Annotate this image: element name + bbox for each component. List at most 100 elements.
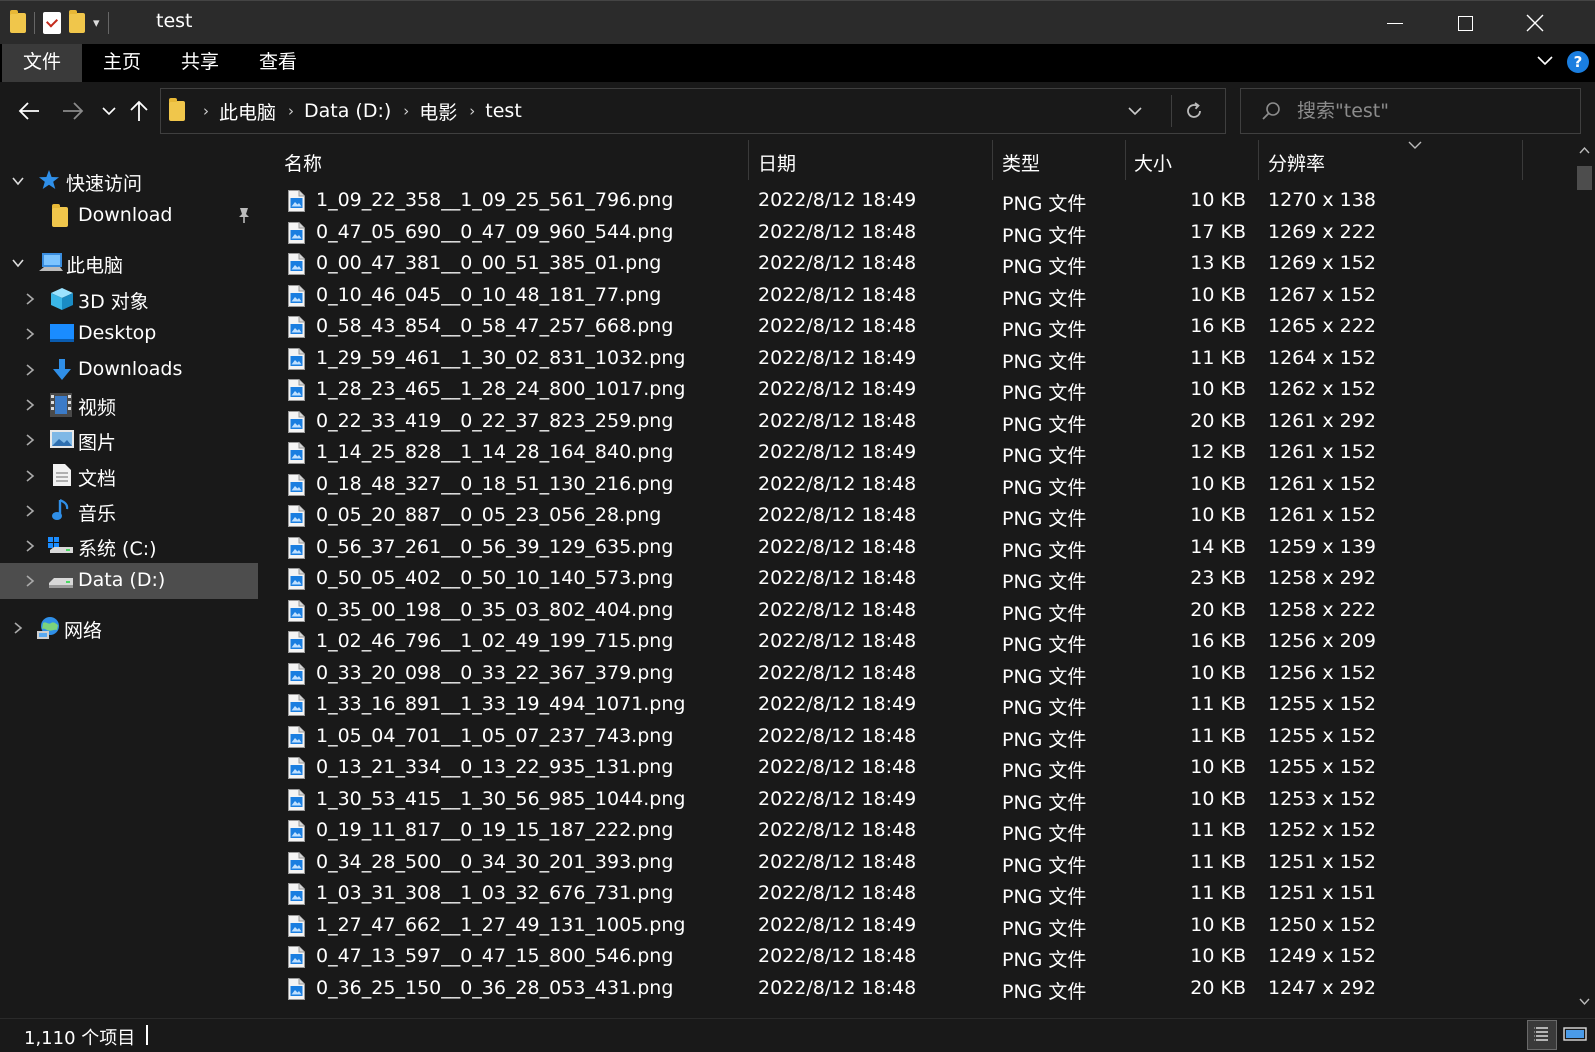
column-header-date[interactable]: 日期: [758, 149, 796, 176]
file-list[interactable]: 名称 日期 类型 大小 分辨率 1_09_22_358__1_09_25_561…: [264, 140, 1574, 1018]
properties-icon[interactable]: [43, 12, 61, 34]
table-row[interactable]: 0_47_13_597__0_47_15_800_546.png 2022/8/1…: [264, 942, 1574, 974]
chevron-right-icon[interactable]: [22, 397, 38, 413]
table-row[interactable]: 0_36_25_150__0_36_28_053_431.png 2022/8/1…: [264, 974, 1574, 1006]
table-row[interactable]: 0_10_46_045__0_10_48_181_77.png 2022/8/12…: [264, 281, 1574, 313]
recent-locations-button[interactable]: [94, 96, 124, 126]
vertical-scrollbar[interactable]: [1574, 140, 1595, 1018]
table-row[interactable]: 1_30_53_415__1_30_56_985_1044.png 2022/8/…: [264, 785, 1574, 817]
nav-item-desktop[interactable]: Desktop: [0, 316, 258, 352]
scroll-up-icon[interactable]: [1579, 146, 1590, 154]
chevron-right-icon[interactable]: ›: [469, 102, 475, 120]
scrollbar-thumb[interactable]: [1577, 166, 1592, 190]
table-row[interactable]: 0_05_20_887__0_05_23_056_28.png 2022/8/12…: [264, 501, 1574, 533]
column-header-type[interactable]: 类型: [1002, 149, 1040, 176]
nav-item-data-drive[interactable]: Data (D:): [0, 563, 258, 599]
help-icon[interactable]: ?: [1567, 51, 1589, 73]
tab-file[interactable]: 文件: [2, 44, 82, 82]
minimize-button[interactable]: [1360, 1, 1430, 45]
close-button[interactable]: [1500, 1, 1570, 45]
nav-item-system-drive[interactable]: 系统 (C:): [0, 528, 258, 564]
nav-item-videos[interactable]: 视频: [0, 387, 258, 423]
table-row[interactable]: 1_03_31_308__1_03_32_676_731.png 2022/8/1…: [264, 879, 1574, 911]
folder-icon[interactable]: [10, 10, 26, 33]
new-folder-icon[interactable]: [69, 10, 85, 33]
nav-item-network[interactable]: 网络: [0, 610, 258, 646]
large-icons-view-button[interactable]: [1560, 1020, 1590, 1050]
address-history-chevron-icon[interactable]: [1123, 99, 1147, 123]
table-row[interactable]: 0_58_43_854__0_58_47_257_668.png 2022/8/1…: [264, 312, 1574, 344]
refresh-button[interactable]: [1171, 95, 1215, 127]
nav-item-this-pc[interactable]: 此电脑: [0, 245, 258, 281]
tab-share[interactable]: 共享: [162, 44, 238, 82]
table-row[interactable]: 1_09_22_358__1_09_25_561_796.png 2022/8/1…: [264, 186, 1574, 218]
table-row[interactable]: 0_56_37_261__0_56_39_129_635.png 2022/8/1…: [264, 533, 1574, 565]
nav-item-download[interactable]: Download: [0, 198, 258, 234]
tab-view[interactable]: 查看: [242, 44, 314, 82]
forward-button[interactable]: [58, 96, 88, 126]
chevron-right-icon[interactable]: [22, 432, 38, 448]
table-row[interactable]: 1_28_23_465__1_28_24_800_1017.png 2022/8/…: [264, 375, 1574, 407]
breadcrumb-test[interactable]: test: [485, 100, 522, 122]
table-row[interactable]: 0_33_20_098__0_33_22_367_379.png 2022/8/1…: [264, 659, 1574, 691]
nav-item-quick-access[interactable]: 快速访问: [0, 163, 258, 199]
chevron-right-icon[interactable]: ›: [403, 102, 409, 120]
nav-item-pictures[interactable]: 图片: [0, 422, 258, 458]
column-header-size[interactable]: 大小: [1134, 149, 1172, 176]
table-row[interactable]: 1_14_25_828__1_14_28_164_840.png 2022/8/1…: [264, 438, 1574, 470]
chevron-right-icon[interactable]: [22, 291, 38, 307]
table-row[interactable]: 1_02_46_796__1_02_49_199_715.png 2022/8/1…: [264, 627, 1574, 659]
chevron-right-icon[interactable]: [22, 468, 38, 484]
maximize-button[interactable]: [1430, 1, 1500, 45]
table-row[interactable]: 0_22_33_419__0_22_37_823_259.png 2022/8/1…: [264, 407, 1574, 439]
table-row[interactable]: 1_29_59_461__1_30_02_831_1032.png 2022/8/…: [264, 344, 1574, 376]
details-view-button[interactable]: [1527, 1020, 1557, 1050]
table-row[interactable]: 0_35_00_198__0_35_03_802_404.png 2022/8/1…: [264, 596, 1574, 628]
nav-item-documents[interactable]: 文档: [0, 458, 258, 494]
column-divider[interactable]: [1258, 140, 1259, 180]
breadcrumb-movies[interactable]: 电影: [419, 98, 457, 125]
table-row[interactable]: 0_00_47_381__0_00_51_385_01.png 2022/8/12…: [264, 249, 1574, 281]
column-header-resolution[interactable]: 分辨率: [1268, 149, 1325, 176]
scroll-down-icon[interactable]: [1579, 998, 1590, 1006]
table-row[interactable]: 0_34_28_500__0_34_30_201_393.png 2022/8/1…: [264, 848, 1574, 880]
chevron-right-icon[interactable]: [22, 503, 38, 519]
table-row[interactable]: 0_18_48_327__0_18_51_130_216.png 2022/8/1…: [264, 470, 1574, 502]
table-row[interactable]: 0_13_21_334__0_13_22_935_131.png 2022/8/1…: [264, 753, 1574, 785]
customize-toolbar-chevron-icon[interactable]: ▾: [93, 16, 100, 31]
column-divider[interactable]: [1125, 140, 1126, 180]
table-row[interactable]: 0_19_11_817__0_19_15_187_222.png 2022/8/1…: [264, 816, 1574, 848]
chevron-right-icon[interactable]: [10, 620, 26, 636]
breadcrumb-data-drive[interactable]: Data (D:): [304, 100, 391, 122]
chevron-right-icon[interactable]: [22, 573, 38, 589]
address-bar[interactable]: › 此电脑 › Data (D:) › 电影 › test: [160, 88, 1226, 134]
tab-home[interactable]: 主页: [86, 44, 158, 82]
chevron-right-icon[interactable]: [22, 538, 38, 554]
chevron-down-icon[interactable]: [10, 255, 26, 271]
chevron-right-icon[interactable]: [22, 326, 38, 342]
chevron-right-icon[interactable]: ›: [203, 102, 209, 120]
back-button[interactable]: [14, 96, 44, 126]
column-header-name[interactable]: 名称: [284, 149, 322, 176]
nav-item-downloads[interactable]: Downloads: [0, 352, 258, 388]
breadcrumb-this-pc[interactable]: 此电脑: [219, 98, 276, 125]
chevron-right-icon[interactable]: ›: [288, 102, 294, 120]
search-box[interactable]: [1240, 88, 1581, 134]
column-divider[interactable]: [1522, 140, 1523, 180]
column-divider[interactable]: [748, 140, 749, 180]
column-divider[interactable]: [992, 140, 993, 180]
table-row[interactable]: 1_27_47_662__1_27_49_131_1005.png 2022/8/…: [264, 911, 1574, 943]
table-row[interactable]: 0_47_05_690__0_47_09_960_544.png 2022/8/1…: [264, 218, 1574, 250]
table-row[interactable]: 1_33_16_891__1_33_19_494_1071.png 2022/8/…: [264, 690, 1574, 722]
pin-icon[interactable]: [236, 206, 252, 224]
navigation-pane[interactable]: 快速访问 Download 此电脑 3D 对象 Desktop Download…: [0, 140, 258, 1018]
chevron-down-icon[interactable]: [10, 173, 26, 189]
table-row[interactable]: 1_05_04_701__1_05_07_237_743.png 2022/8/1…: [264, 722, 1574, 754]
nav-item-3d-objects[interactable]: 3D 对象: [0, 281, 258, 317]
search-input[interactable]: [1297, 89, 1567, 133]
nav-item-music[interactable]: 音乐: [0, 493, 258, 529]
expand-ribbon-chevron-icon[interactable]: [1536, 51, 1554, 69]
chevron-right-icon[interactable]: [22, 362, 38, 378]
up-button[interactable]: [124, 96, 154, 126]
table-row[interactable]: 0_50_05_402__0_50_10_140_573.png 2022/8/1…: [264, 564, 1574, 596]
